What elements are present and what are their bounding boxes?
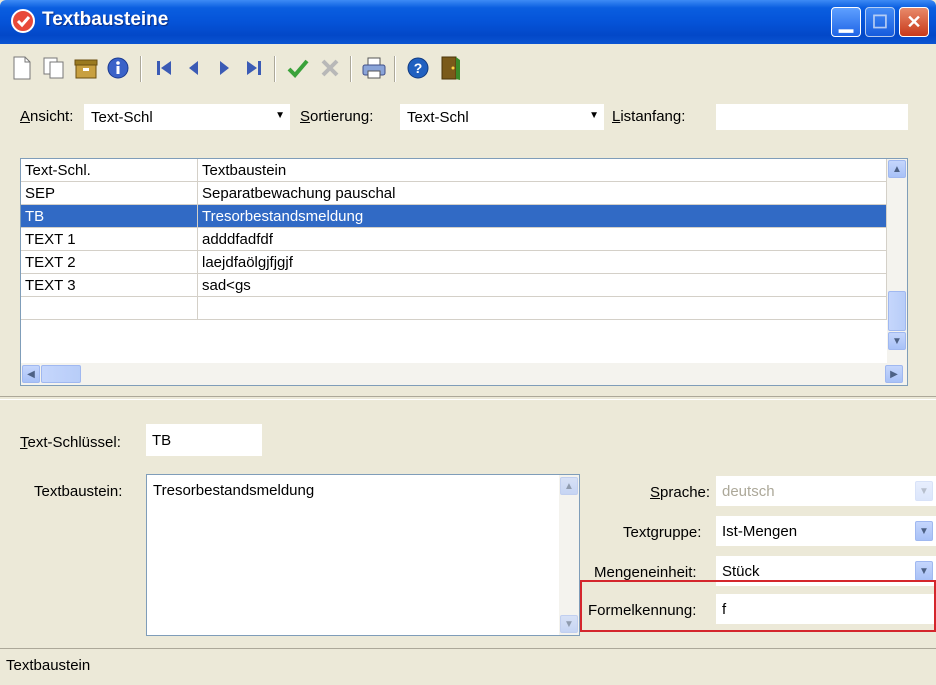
horizontal-scrollbar[interactable]: ◀ ▶ — [21, 363, 907, 385]
save-check-icon[interactable] — [284, 54, 312, 82]
help-icon[interactable]: ? — [404, 54, 432, 82]
title-bar[interactable]: Textbausteine ▁ ☐ ✕ — [0, 0, 936, 44]
memo-scrollbar[interactable]: ▲ ▼ — [559, 475, 579, 635]
text-schluessel-label: Text-Schlüssel: — [20, 434, 121, 451]
close-button[interactable]: ✕ — [899, 7, 929, 37]
cell-text[interactable]: sad<gs — [197, 273, 887, 297]
vertical-scrollbar[interactable]: ▲ ▼ — [887, 159, 907, 363]
cell-key[interactable]: TEXT 2 — [21, 250, 198, 274]
cell-text[interactable]: adddfadfdf — [197, 227, 887, 251]
table-row[interactable]: TEXT 3 sad<gs — [21, 273, 887, 297]
sortierung-select[interactable]: Text-Schl ▼ — [400, 104, 604, 130]
svg-text:?: ? — [414, 60, 423, 76]
maximize-icon: ☐ — [871, 11, 889, 32]
archive-icon[interactable] — [72, 54, 100, 82]
table-row[interactable]: SEP Separatbewachung pauschal — [21, 181, 887, 205]
textgruppe-select[interactable]: Ist-Mengen ▼ — [716, 516, 936, 546]
text-schluessel-field[interactable]: TB — [146, 424, 262, 456]
application-window: Textbausteine ▁ ☐ ✕ ? Ansicht: Text-Schl… — [0, 0, 936, 684]
sprache-select[interactable]: deutsch ▼ — [716, 476, 936, 506]
grid-table: Text-Schl. Textbaustein SEP Separatbewach… — [21, 159, 887, 320]
chevron-down-icon: ▼ — [915, 481, 933, 501]
previous-record-icon[interactable] — [180, 54, 208, 82]
ansicht-select[interactable]: Text-Schl ▼ — [84, 104, 290, 130]
section-divider — [0, 396, 936, 400]
next-record-icon[interactable] — [210, 54, 238, 82]
maximize-button[interactable]: ☐ — [865, 7, 895, 37]
sortierung-label: Sortierung: — [300, 108, 374, 125]
window-title: Textbausteine — [42, 9, 169, 30]
scroll-up-icon[interactable]: ▲ — [888, 160, 906, 178]
chevron-down-icon: ▼ — [915, 561, 933, 581]
textbaustein-memo[interactable]: Tresorbestandsmeldung ▲ ▼ — [146, 474, 580, 636]
horizontal-scroll-thumb[interactable] — [41, 365, 81, 383]
minimize-icon: ▁ — [839, 11, 853, 32]
cancel-x-icon[interactable] — [316, 54, 344, 82]
column-header-textbaustein[interactable]: Textbaustein — [197, 159, 887, 182]
text-list-grid[interactable]: Text-Schl. Textbaustein SEP Separatbewach… — [20, 158, 908, 386]
cell-text[interactable]: laejdfaölgjfjgjf — [197, 250, 887, 274]
info-icon[interactable] — [104, 54, 132, 82]
cell-text[interactable] — [197, 296, 887, 320]
cell-key[interactable] — [21, 296, 198, 320]
cell-key[interactable]: SEP — [21, 181, 198, 205]
highlight-box — [580, 580, 936, 632]
app-shield-icon — [11, 9, 35, 33]
status-text: Textbaustein — [6, 657, 91, 674]
scroll-left-icon[interactable]: ◀ — [22, 365, 40, 383]
scroll-down-icon[interactable]: ▼ — [888, 332, 906, 350]
scroll-up-icon[interactable]: ▲ — [560, 477, 578, 495]
chevron-down-icon: ▼ — [589, 110, 599, 121]
sprache-label: Sprache: — [650, 484, 711, 501]
grid-header-row: Text-Schl. Textbaustein — [21, 159, 887, 182]
table-row[interactable]: TEXT 1 adddfadfdf — [21, 227, 887, 251]
ansicht-label: Ansicht: — [20, 108, 74, 125]
chevron-down-icon: ▼ — [915, 521, 933, 541]
column-header-text-schl[interactable]: Text-Schl. — [21, 159, 198, 182]
print-icon[interactable] — [360, 54, 388, 82]
table-row[interactable]: TEXT 2 laejdfaölgjfjgjf — [21, 250, 887, 274]
filter-row: Ansicht: Text-Schl ▼ Sortierung: Text-Sc… — [0, 100, 936, 134]
mengeneinheit-label: Mengeneinheit: — [594, 564, 697, 581]
cell-key[interactable]: TEXT 1 — [21, 227, 198, 251]
new-icon[interactable] — [8, 54, 36, 82]
copy-icon[interactable] — [40, 54, 68, 82]
scroll-down-icon[interactable]: ▼ — [560, 615, 578, 633]
table-row-selected[interactable]: TB Tresorbestandsmeldung — [21, 204, 887, 228]
cell-text[interactable]: Separatbewachung pauschal — [197, 181, 887, 205]
minimize-button[interactable]: ▁ — [831, 7, 861, 37]
cell-key[interactable]: TEXT 3 — [21, 273, 198, 297]
textbaustein-label: Textbaustein: — [34, 483, 123, 500]
cell-text[interactable]: Tresorbestandsmeldung — [197, 204, 887, 228]
close-icon: ✕ — [906, 11, 922, 32]
textgruppe-label: Textgruppe: — [623, 524, 702, 541]
listanfang-label: Listanfang: — [612, 108, 686, 125]
status-bar: Textbaustein — [0, 648, 936, 685]
exit-door-icon[interactable] — [436, 54, 464, 82]
last-record-icon[interactable] — [240, 54, 268, 82]
first-record-icon[interactable] — [150, 54, 178, 82]
toolbar: ? — [4, 48, 932, 92]
chevron-down-icon: ▼ — [275, 110, 285, 121]
vertical-scroll-thumb[interactable] — [888, 291, 906, 331]
cell-key[interactable]: TB — [21, 204, 198, 228]
table-row-empty[interactable] — [21, 296, 887, 320]
listanfang-input[interactable] — [716, 104, 908, 130]
scroll-right-icon[interactable]: ▶ — [885, 365, 903, 383]
